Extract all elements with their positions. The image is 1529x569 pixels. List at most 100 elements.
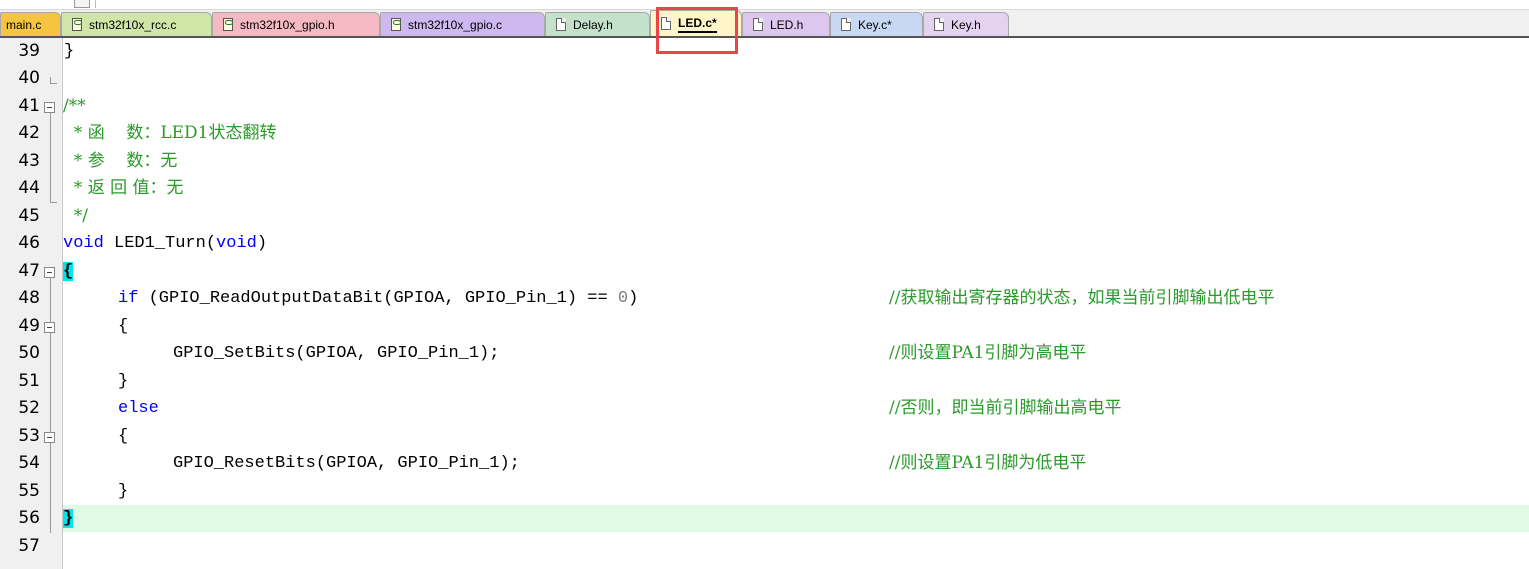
fold-guide-line [50, 443, 51, 488]
comment-text: //获取输出寄存器的状态，如果当前引脚输出低电平 [889, 288, 1275, 308]
code-line-56-current: } [63, 505, 1529, 532]
code-line-44: * 返 回 值：无 [63, 175, 1529, 202]
fold-collapse-icon[interactable] [44, 322, 55, 333]
code-editor[interactable]: } /** * 函 数：LED1状态翻转 * 参 数：无 * 返 回 值：无 *… [63, 38, 1529, 569]
line-number: 47 [18, 261, 40, 281]
code-line-49: { [63, 313, 1529, 340]
comment-text: //否则，即当前引脚输出高电平 [889, 398, 1122, 418]
code-line-54: GPIO_ResetBits(GPIOA, GPIO_Pin_1); //则设置P… [63, 450, 1529, 477]
tab-label: Key.h [951, 17, 981, 32]
line-number: 40 [18, 68, 40, 88]
code-text: { [118, 317, 129, 336]
number-literal: 0 [617, 289, 629, 308]
comment-text: * 参 数：无 [63, 151, 178, 171]
code-line-55: } [63, 478, 1529, 505]
tab-key-h[interactable]: Key.h [923, 12, 1009, 36]
code-text: GPIO_ResetBits(GPIOA, GPIO_Pin_1); [173, 454, 520, 473]
code-line-48: if (GPIO_ReadOutputDataBit(GPIOA, GPIO_P… [63, 285, 1529, 312]
code-text: ) [256, 234, 268, 253]
tab-label: Key.c* [858, 17, 892, 32]
keyword: void [216, 234, 257, 253]
code-text: LED1_Turn( [103, 234, 217, 253]
window-icon [74, 0, 90, 8]
line-number: 41 [18, 96, 40, 116]
line-number: 50 [18, 343, 40, 363]
line-number: 57 [18, 536, 40, 556]
line-number: 45 [18, 206, 40, 226]
line-number: 52 [18, 398, 40, 418]
code-text: } [64, 42, 75, 61]
keyword: if [118, 289, 139, 308]
comment-text: * 返 回 值：无 [63, 178, 184, 198]
line-number: 53 [18, 426, 40, 446]
c-file-icon [72, 18, 82, 31]
comment-text: */ [63, 206, 89, 226]
tab-label: Delay.h [573, 17, 613, 32]
keyword: void [63, 234, 104, 253]
code-line-42: * 函 数：LED1状态翻转 [63, 120, 1529, 147]
code-text: ) [628, 289, 639, 308]
tab-stm32f10x-gpio-c[interactable]: stm32f10x_gpio.c [380, 12, 545, 36]
document-icon [934, 18, 944, 31]
code-line-52: else //否则，即当前引脚输出高电平 [63, 395, 1529, 422]
matched-brace: { [63, 262, 74, 281]
tab-stm32f10x-rcc-c[interactable]: stm32f10x_rcc.c [61, 12, 212, 36]
tab-key-c[interactable]: Key.c* [830, 12, 923, 36]
code-line-53: { [63, 423, 1529, 450]
line-number: 43 [18, 151, 40, 171]
tab-label: stm32f10x_gpio.h [240, 17, 335, 32]
tab-label: stm32f10x_rcc.c [89, 17, 177, 32]
tab-main-c[interactable]: main.c [0, 12, 61, 36]
toolbar-strip [0, 0, 1529, 10]
line-number-gutter: 39 40 41 42 43 44 45 46 47 48 49 50 51 5… [0, 38, 63, 569]
code-text: GPIO_SetBits(GPIOA, GPIO_Pin_1); [173, 344, 500, 363]
fold-collapse-icon[interactable] [44, 432, 55, 443]
code-line-43: * 参 数：无 [63, 148, 1529, 175]
line-number: 54 [18, 453, 40, 473]
fold-guide-line [50, 113, 51, 202]
line-number: 49 [18, 316, 40, 336]
tab-led-h[interactable]: LED.h [742, 12, 830, 36]
code-text: } [118, 482, 129, 501]
comment-text: /** [63, 96, 86, 116]
line-number: 51 [18, 371, 40, 391]
keyword: else [118, 399, 159, 418]
fold-end-marker [50, 77, 57, 84]
line-number: 39 [18, 41, 40, 61]
matched-brace: } [63, 509, 74, 528]
tab-stm32f10x-gpio-h[interactable]: stm32f10x_gpio.h [212, 12, 380, 36]
fold-collapse-icon[interactable] [44, 267, 55, 278]
c-file-icon [391, 18, 401, 31]
fold-collapse-icon[interactable] [44, 102, 55, 113]
line-number: 48 [18, 288, 40, 308]
tab-delay-h[interactable]: Delay.h [545, 12, 650, 36]
code-text: (GPIO_ReadOutputDataBit(GPIOA, GPIO_Pin_… [138, 289, 618, 308]
toolbar-divider [95, 0, 171, 8]
comment-text: //则设置PA1引脚为高电平 [889, 343, 1087, 363]
fold-guide-line [50, 333, 51, 378]
document-icon [841, 18, 851, 31]
code-text: } [118, 372, 129, 391]
tab-label: stm32f10x_gpio.c [408, 17, 503, 32]
code-line-50: GPIO_SetBits(GPIOA, GPIO_Pin_1); //则设置PA1… [63, 340, 1529, 367]
tab-label: main.c [6, 17, 42, 32]
document-icon [556, 18, 566, 31]
line-number: 55 [18, 481, 40, 501]
c-file-icon [223, 18, 233, 31]
line-number: 42 [18, 123, 40, 143]
code-text: { [118, 427, 129, 446]
document-icon [753, 18, 763, 31]
line-number: 46 [18, 233, 40, 253]
line-number: 56 [18, 508, 40, 528]
code-line-39: } [63, 38, 1529, 65]
code-line-45: */ [63, 203, 1529, 230]
fold-end-marker [50, 196, 57, 203]
code-line-46: void LED1_Turn(void) [63, 230, 1529, 257]
editor-tab-bar: main.c stm32f10x_rcc.c stm32f10x_gpio.h … [0, 0, 1529, 38]
code-line-41: /** [63, 93, 1529, 120]
tab-label: LED.h [770, 17, 804, 32]
code-line-51: } [63, 368, 1529, 395]
comment-text: //则设置PA1引脚为低电平 [889, 453, 1087, 473]
comment-text: * 函 数：LED1状态翻转 [63, 123, 277, 143]
